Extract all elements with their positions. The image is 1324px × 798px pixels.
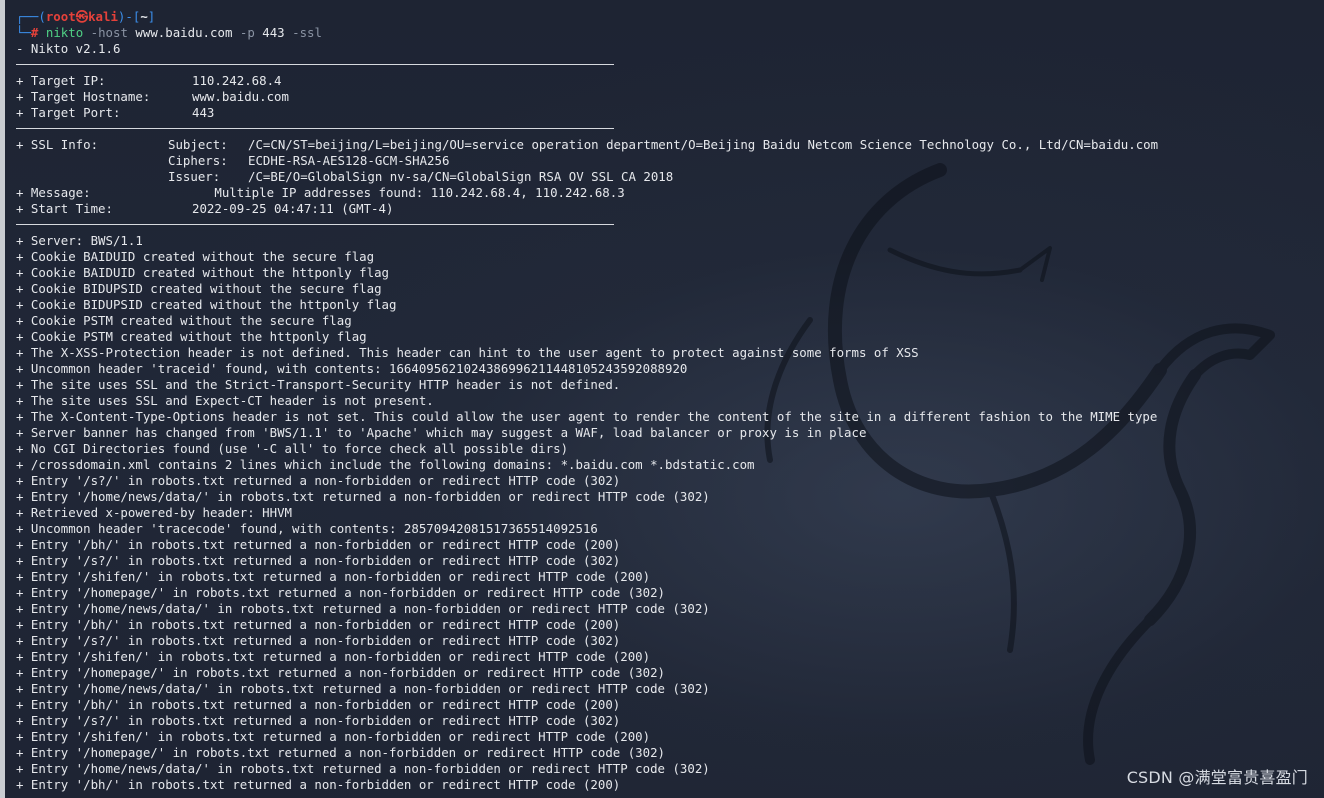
result-line: + Uncommon header 'traceid' found, with …	[16, 361, 688, 376]
result-line: + Retrieved x-powered-by header: HHVM	[16, 505, 293, 520]
result-line: + /crossdomain.xml contains 2 lines whic…	[16, 457, 755, 472]
prompt-at-symbol: ㉿	[75, 9, 89, 24]
csdn-watermark: CSDN @满堂富贵喜盈门	[1126, 768, 1308, 787]
result-line: + Entry '/s?/' in robots.txt returned a …	[16, 633, 621, 648]
result-line: + Server: BWS/1.1	[16, 233, 143, 248]
message-row: + Message: Multiple IP addresses found: …	[16, 185, 625, 200]
terminal-output[interactable]: ┌──(root㉿kali)-[~] └─# nikto -host www.b…	[16, 9, 1324, 793]
result-line: + Entry '/s?/' in robots.txt returned a …	[16, 713, 621, 728]
scan-results: + Server: BWS/1.1 + Cookie BAIDUID create…	[16, 233, 1324, 793]
result-line: + Entry '/homepage/' in robots.txt retur…	[16, 665, 666, 680]
result-line: + Uncommon header 'tracecode' found, wit…	[16, 521, 598, 536]
target-port-row: + Target Port: 443	[16, 105, 215, 120]
separator	[16, 217, 1324, 233]
prompt-host: kali	[88, 9, 118, 24]
prompt-user: root	[45, 9, 76, 24]
result-line: + Entry '/homepage/' in robots.txt retur…	[16, 585, 666, 600]
result-line: + Cookie PSTM created without the secure…	[16, 313, 352, 328]
separator	[16, 57, 1324, 73]
result-line: + Entry '/home/news/data/' in robots.txt…	[16, 601, 710, 616]
ssl-issuer-row: Issuer:/C=BE/O=GlobalSign nv-sa/CN=Globa…	[168, 169, 674, 184]
host-value: www.baidu.com	[135, 25, 233, 40]
window-left-border	[0, 0, 5, 798]
version-line: - Nikto v2.1.6	[16, 41, 121, 56]
prompt-symbol: #	[30, 25, 39, 40]
port-flag: -p	[239, 25, 255, 40]
result-line: + Entry '/bh/' in robots.txt returned a …	[16, 697, 621, 712]
start-time-row: + Start Time: 2022-09-25 04:47:11 (GMT-4)	[16, 201, 394, 216]
ssl-subject-row: + SSL Info: Subject:/C=CN/ST=beijing/L=be…	[16, 137, 1159, 152]
result-line: + Cookie BAIDUID created without the htt…	[16, 265, 389, 280]
command-line[interactable]: └─# nikto -host www.baidu.com -p 443 -ss…	[16, 25, 1324, 41]
result-line: + No CGI Directories found (use '-C all'…	[16, 441, 569, 456]
result-line: + The X-Content-Type-Options header is n…	[16, 409, 1158, 424]
result-line: + Entry '/s?/' in robots.txt returned a …	[16, 553, 621, 568]
target-hostname-row: + Target Hostname: www.baidu.com	[16, 89, 289, 104]
separator	[16, 121, 1324, 137]
ssl-flag: -ssl	[292, 25, 322, 40]
result-line: + The site uses SSL and Expect-CT header…	[16, 393, 434, 408]
result-line: + Cookie BIDUPSID created without the se…	[16, 281, 382, 296]
result-line: + Entry '/shifen/' in robots.txt returne…	[16, 729, 651, 744]
result-line: + Entry '/shifen/' in robots.txt returne…	[16, 569, 651, 584]
prompt-header: ┌──(root㉿kali)-[~]	[16, 9, 156, 24]
result-line: + Entry '/bh/' in robots.txt returned a …	[16, 617, 621, 632]
host-flag: -host	[90, 25, 128, 40]
port-value: 443	[262, 25, 285, 40]
result-line: + Server banner has changed from 'BWS/1.…	[16, 425, 867, 440]
result-line: + The X-XSS-Protection header is not def…	[16, 345, 919, 360]
result-line: + Cookie BAIDUID created without the sec…	[16, 249, 375, 264]
ssl-ciphers-row: Ciphers: ECDHE-RSA-AES128-GCM-SHA256	[168, 153, 450, 168]
command-binary: nikto	[45, 25, 84, 40]
result-line: + Entry '/bh/' in robots.txt returned a …	[16, 537, 621, 552]
result-line: + The site uses SSL and the Strict-Trans…	[16, 377, 621, 392]
result-line: + Cookie BIDUPSID created without the ht…	[16, 297, 397, 312]
result-line: + Entry '/shifen/' in robots.txt returne…	[16, 649, 651, 664]
target-ip-row: + Target IP: 110.242.68.4	[16, 73, 282, 88]
result-line: + Entry '/homepage/' in robots.txt retur…	[16, 745, 666, 760]
result-line: + Entry '/home/news/data/' in robots.txt…	[16, 681, 710, 696]
result-line: + Entry '/s?/' in robots.txt returned a …	[16, 473, 621, 488]
result-line: + Cookie PSTM created without the httpon…	[16, 329, 367, 344]
prompt-dir: ~	[140, 9, 148, 24]
result-line: + Entry '/home/news/data/' in robots.txt…	[16, 489, 710, 504]
